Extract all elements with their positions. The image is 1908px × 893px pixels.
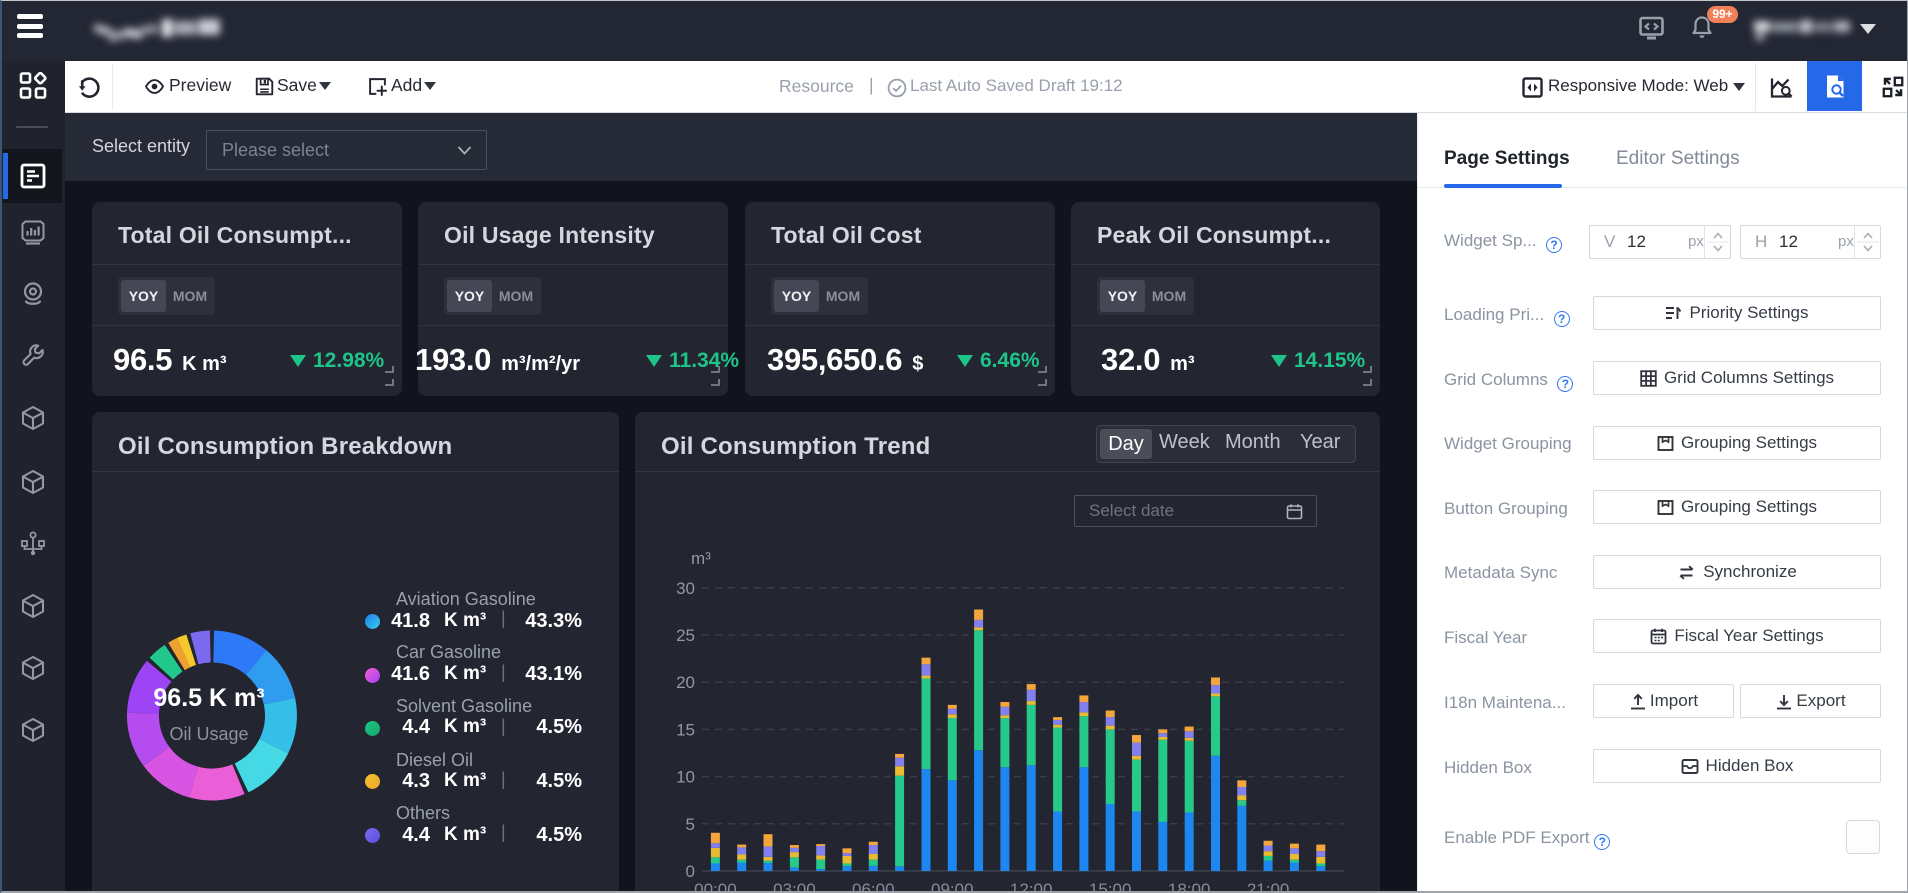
svg-text:18:00: 18:00 <box>1168 880 1211 893</box>
svg-text:12:00: 12:00 <box>1010 880 1053 893</box>
svg-text:15: 15 <box>676 720 695 739</box>
svg-text:15:00: 15:00 <box>1089 880 1132 893</box>
svg-text:06:00: 06:00 <box>852 880 895 893</box>
svg-text:21:00: 21:00 <box>1247 880 1290 893</box>
svg-text:0: 0 <box>686 862 695 881</box>
svg-text:10: 10 <box>676 768 695 787</box>
svg-text:30: 30 <box>676 579 695 598</box>
svg-text:m³: m³ <box>691 549 711 568</box>
svg-text:20: 20 <box>676 673 695 692</box>
svg-text:00:00: 00:00 <box>694 880 737 893</box>
svg-text:5: 5 <box>686 815 695 834</box>
svg-text:25: 25 <box>676 626 695 645</box>
svg-text:09:00: 09:00 <box>931 880 974 893</box>
svg-text:03:00: 03:00 <box>773 880 816 893</box>
